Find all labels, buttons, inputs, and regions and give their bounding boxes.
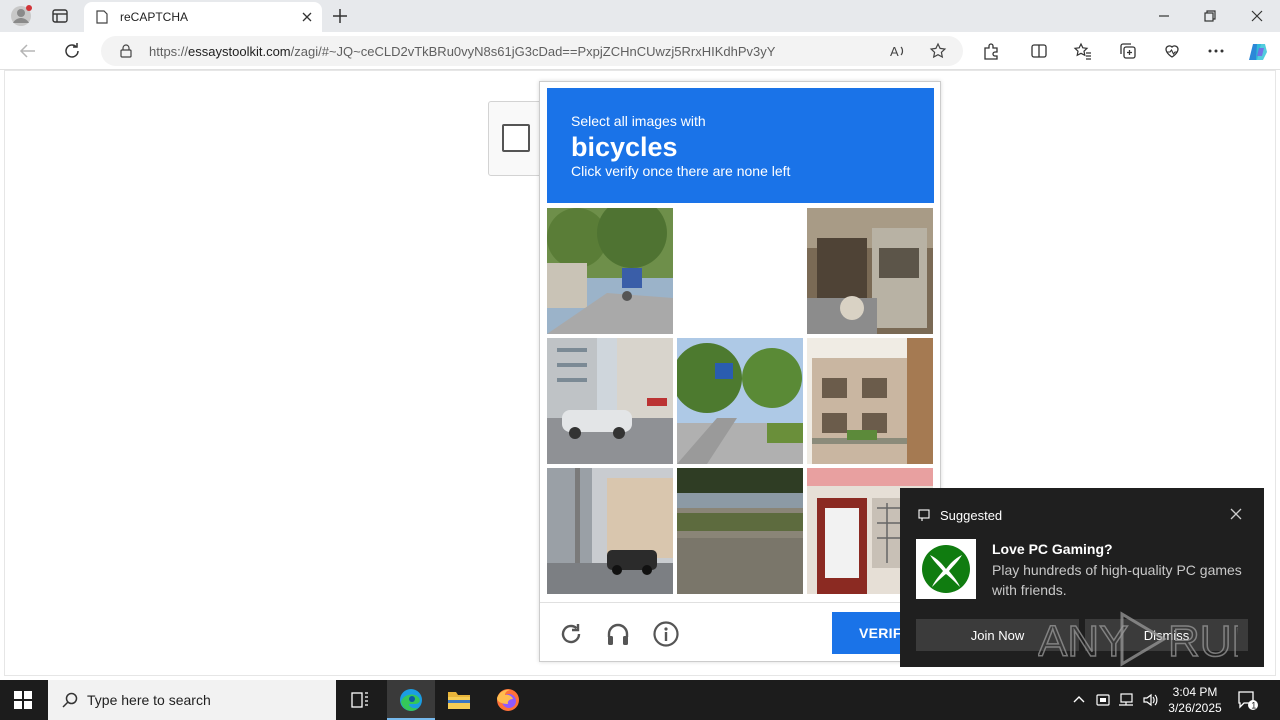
file-explorer-icon[interactable] bbox=[435, 680, 483, 720]
recaptcha-checkbox[interactable] bbox=[502, 124, 530, 152]
read-aloud-icon[interactable]: A bbox=[889, 42, 907, 60]
url-text[interactable]: https://essaystoolkit.com/zagi/#~JQ~ceCL… bbox=[149, 44, 775, 59]
firefox-icon[interactable] bbox=[484, 680, 532, 720]
captcha-tile-5[interactable] bbox=[677, 338, 803, 464]
notification-center-icon[interactable]: 1 bbox=[1237, 690, 1259, 711]
system-clock[interactable]: 3:04 PM 3/26/2025 bbox=[1163, 684, 1227, 716]
instruction-subtext: Click verify once there are none left bbox=[571, 163, 791, 179]
tab-bar: reCAPTCHA bbox=[0, 0, 1280, 32]
captcha-challenge: Select all images with bicycles Click ve… bbox=[539, 81, 942, 662]
suggested-icon bbox=[918, 508, 930, 521]
captcha-tile-7[interactable] bbox=[547, 468, 673, 594]
clock-time: 3:04 PM bbox=[1172, 685, 1218, 699]
reload-icon[interactable] bbox=[557, 620, 585, 648]
tab-actions-icon[interactable] bbox=[50, 6, 70, 26]
captcha-tile-2[interactable] bbox=[677, 208, 803, 334]
clock-date: 3/26/2025 bbox=[1168, 701, 1222, 715]
captcha-tile-3[interactable] bbox=[807, 208, 933, 334]
info-icon[interactable] bbox=[652, 620, 680, 648]
edge-taskbar-icon[interactable] bbox=[387, 680, 435, 720]
new-tab-icon[interactable] bbox=[330, 6, 350, 26]
page-icon bbox=[96, 10, 108, 24]
search-placeholder: Type here to search bbox=[87, 692, 211, 708]
target-keyword: bicycles bbox=[571, 132, 678, 162]
notification-header: Suggested bbox=[940, 508, 1003, 523]
svg-text:A: A bbox=[890, 44, 899, 59]
recaptcha-anchor bbox=[488, 101, 544, 176]
lock-icon[interactable] bbox=[119, 44, 133, 58]
captcha-tile-4[interactable] bbox=[547, 338, 673, 464]
network-icon[interactable] bbox=[1118, 692, 1134, 708]
captcha-tile-1[interactable] bbox=[547, 208, 673, 334]
restore-icon[interactable] bbox=[1200, 6, 1220, 26]
split-screen-icon[interactable] bbox=[1029, 41, 1049, 61]
favorites-icon[interactable] bbox=[1073, 41, 1093, 61]
collections-icon[interactable] bbox=[1118, 41, 1138, 61]
close-tab-icon[interactable] bbox=[300, 10, 314, 24]
address-bar[interactable]: https://essaystoolkit.com/zagi/#~JQ~ceCL… bbox=[101, 36, 963, 66]
notification-count: 1 bbox=[1251, 701, 1256, 711]
tab-recaptcha[interactable]: reCAPTCHA bbox=[84, 2, 322, 32]
anyrun-watermark: ANY RUN bbox=[1037, 608, 1264, 668]
challenge-header: Select all images with bicycles Click ve… bbox=[547, 88, 934, 203]
task-view-icon[interactable] bbox=[336, 680, 384, 720]
headphones-icon[interactable] bbox=[604, 620, 632, 648]
captcha-tile-8[interactable] bbox=[677, 468, 803, 594]
captcha-tile-6[interactable] bbox=[807, 338, 933, 464]
back-icon[interactable] bbox=[17, 40, 39, 62]
search-icon bbox=[62, 692, 78, 708]
refresh-icon[interactable] bbox=[61, 40, 83, 62]
more-menu-icon[interactable] bbox=[1206, 41, 1226, 61]
tab-title: reCAPTCHA bbox=[120, 10, 189, 24]
extensions-icon[interactable] bbox=[981, 41, 1001, 61]
footer-divider bbox=[540, 602, 940, 603]
close-window-icon[interactable] bbox=[1247, 6, 1267, 26]
close-icon[interactable] bbox=[1230, 507, 1242, 520]
notification-title: Love PC Gaming? bbox=[992, 541, 1113, 557]
volume-icon[interactable] bbox=[1142, 692, 1158, 708]
svg-text:ANY: ANY bbox=[1038, 617, 1128, 666]
favorite-star-icon[interactable] bbox=[929, 42, 947, 60]
meet-now-icon[interactable] bbox=[1095, 692, 1111, 708]
taskbar: Type here to search 3:04 PM 3/26/2025 1 bbox=[0, 680, 1280, 720]
copilot-icon[interactable] bbox=[1247, 41, 1267, 61]
chevron-up-icon[interactable] bbox=[1071, 692, 1087, 708]
windows-start-icon[interactable] bbox=[14, 691, 32, 709]
svg-text:RUN: RUN bbox=[1168, 617, 1238, 666]
notification-body: Play hundreds of high-quality PC games w… bbox=[992, 562, 1242, 598]
browser-essentials-icon[interactable] bbox=[1162, 41, 1182, 61]
xbox-icon bbox=[916, 539, 976, 599]
instruction-text: Select all images with bbox=[571, 113, 706, 129]
taskbar-search[interactable]: Type here to search bbox=[48, 680, 336, 720]
minimize-icon[interactable] bbox=[1154, 6, 1174, 26]
profile-icon[interactable] bbox=[10, 5, 32, 27]
browser-toolbar: https://essaystoolkit.com/zagi/#~JQ~ceCL… bbox=[0, 32, 1280, 70]
